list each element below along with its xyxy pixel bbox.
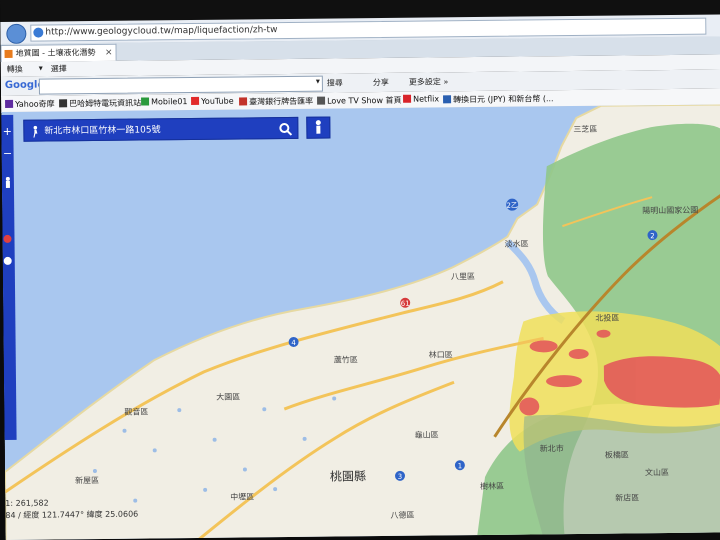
menu-dropdown-icon[interactable]: ▾ bbox=[39, 64, 43, 73]
google-search-input[interactable]: ▾ bbox=[38, 75, 323, 95]
favorite-bahamut[interactable]: 巴哈姆特電玩資訊站 bbox=[59, 98, 141, 110]
label-beitou: 北投區 bbox=[595, 313, 619, 323]
favorite-bank[interactable]: 臺灣銀行牌告匯率 bbox=[239, 96, 313, 108]
label-zhongli: 中壢區 bbox=[230, 491, 254, 501]
label-guanyin: 觀音區 bbox=[124, 406, 148, 416]
map-viewport[interactable]: 61 4 1 3 2 2乙 三芝區 陽明山國家公園 淡水區 八里區 北投區 林口… bbox=[1, 104, 720, 540]
back-icon[interactable] bbox=[6, 23, 27, 44]
label-wenshan: 文山區 bbox=[645, 467, 669, 477]
currency-icon bbox=[443, 95, 452, 104]
favorite-label: YouTube bbox=[201, 96, 234, 106]
label-shin: 新北市 bbox=[540, 443, 564, 453]
label-luzhu: 蘆竹區 bbox=[334, 354, 358, 364]
menu-item-convert[interactable]: 轉換 bbox=[7, 64, 23, 75]
route-1-label: 1 bbox=[458, 462, 463, 470]
map-canvas[interactable]: 61 4 1 3 2 2乙 三芝區 陽明山國家公園 淡水區 八里區 北投區 林口… bbox=[1, 104, 720, 540]
label-guishan: 龜山區 bbox=[415, 429, 439, 439]
mobile01-icon bbox=[141, 97, 150, 106]
label-xinwu: 新屋區 bbox=[75, 475, 99, 485]
urban-area bbox=[523, 414, 720, 540]
route-4-label: 4 bbox=[291, 339, 296, 347]
favorite-netflix[interactable]: Netflix bbox=[403, 94, 440, 104]
favicon-icon bbox=[4, 49, 13, 58]
favorite-label: Mobile01 bbox=[151, 97, 188, 107]
favorite-label: Yahoo奇摩 bbox=[15, 99, 55, 109]
route-3-label: 3 bbox=[398, 473, 403, 481]
tab-liquefaction[interactable]: 地質圖 - 土壤液化潛勢 × bbox=[0, 43, 117, 62]
label-shulin: 樹林區 bbox=[480, 481, 504, 491]
favorite-label: Love TV Show 首頁 bbox=[327, 95, 402, 106]
coordinate-readout: 1: 261,582 84 / 經度 121.7447° 緯度 25.0606 bbox=[5, 496, 185, 522]
label-linkou: 林口區 bbox=[429, 349, 453, 359]
favorite-currency[interactable]: 轉換日元 (JPY) 和新台幣 (... bbox=[443, 93, 554, 105]
favorite-label: 巴哈姆特電玩資訊站 bbox=[69, 98, 142, 109]
url-text: http://www.geologycloud.tw/map/liquefact… bbox=[45, 25, 278, 38]
favorite-label: 轉換日元 (JPY) 和新台幣 (... bbox=[453, 94, 554, 105]
favorite-yahoo[interactable]: Yahoo奇摩 bbox=[5, 98, 55, 110]
netflix-icon bbox=[403, 94, 412, 103]
label-banqiao: 板橋區 bbox=[605, 449, 629, 459]
label-taoyuan-county: 桃園縣 bbox=[330, 468, 366, 483]
label-yangming-park: 陽明山國家公園 bbox=[642, 205, 698, 216]
pegman-icon bbox=[315, 120, 321, 134]
favorite-label: Netflix bbox=[413, 94, 440, 104]
person-icon[interactable] bbox=[2, 176, 14, 195]
monitor-screen: http://www.geologycloud.tw/map/liquefact… bbox=[0, 0, 720, 540]
walker-icon bbox=[33, 125, 38, 138]
yahoo-icon bbox=[5, 99, 14, 108]
layer-white-icon[interactable] bbox=[3, 256, 12, 265]
favorite-youtube[interactable]: YouTube bbox=[191, 97, 234, 106]
favorite-mobile01[interactable]: Mobile01 bbox=[141, 97, 188, 106]
bank-icon bbox=[239, 97, 248, 106]
label-dayuan: 大園區 bbox=[216, 392, 240, 402]
favorite-lovetv[interactable]: Love TV Show 首頁 bbox=[317, 95, 402, 107]
label-tamsui: 淡水區 bbox=[505, 238, 529, 248]
search-address-text: 新北市林口區竹林一路105號 bbox=[44, 125, 161, 137]
chevron-down-icon[interactable]: ▾ bbox=[316, 77, 320, 86]
label-xindian: 新店區 bbox=[615, 492, 639, 502]
zoom-in-button[interactable]: + bbox=[1, 123, 13, 141]
label-sanzhi: 三芝區 bbox=[573, 124, 597, 134]
favorite-label: 臺灣銀行牌告匯率 bbox=[249, 96, 314, 107]
menu-item-select[interactable]: 選擇 bbox=[51, 63, 67, 74]
label-bali: 八里區 bbox=[451, 272, 475, 281]
route-2a-label: 2乙 bbox=[506, 202, 518, 210]
address-search-input[interactable]: 新北市林口區竹林一路105號 bbox=[23, 116, 299, 142]
route-2-label: 2 bbox=[650, 232, 655, 240]
coords-lonlat: 84 / 經度 121.7447° 緯度 25.0606 bbox=[5, 509, 139, 520]
close-icon[interactable]: × bbox=[105, 45, 113, 61]
layer-red-icon[interactable] bbox=[3, 234, 12, 243]
street-view-button[interactable] bbox=[306, 116, 331, 139]
google-search-button[interactable]: 搜尋 bbox=[327, 77, 343, 88]
zoom-out-button[interactable]: − bbox=[2, 145, 14, 163]
page-icon bbox=[317, 96, 326, 105]
search-icon[interactable] bbox=[278, 122, 293, 136]
google-more-button[interactable]: 更多設定 » bbox=[409, 76, 449, 87]
site-icon bbox=[33, 27, 44, 38]
youtube-icon bbox=[191, 96, 200, 106]
tab-title: 地質圖 - 土壤液化潛勢 bbox=[15, 48, 96, 58]
bahamut-icon bbox=[59, 99, 68, 108]
label-bade: 八德區 bbox=[390, 510, 414, 520]
google-share-button[interactable]: 分享 bbox=[373, 77, 389, 88]
route-61-label: 61 bbox=[401, 300, 410, 308]
